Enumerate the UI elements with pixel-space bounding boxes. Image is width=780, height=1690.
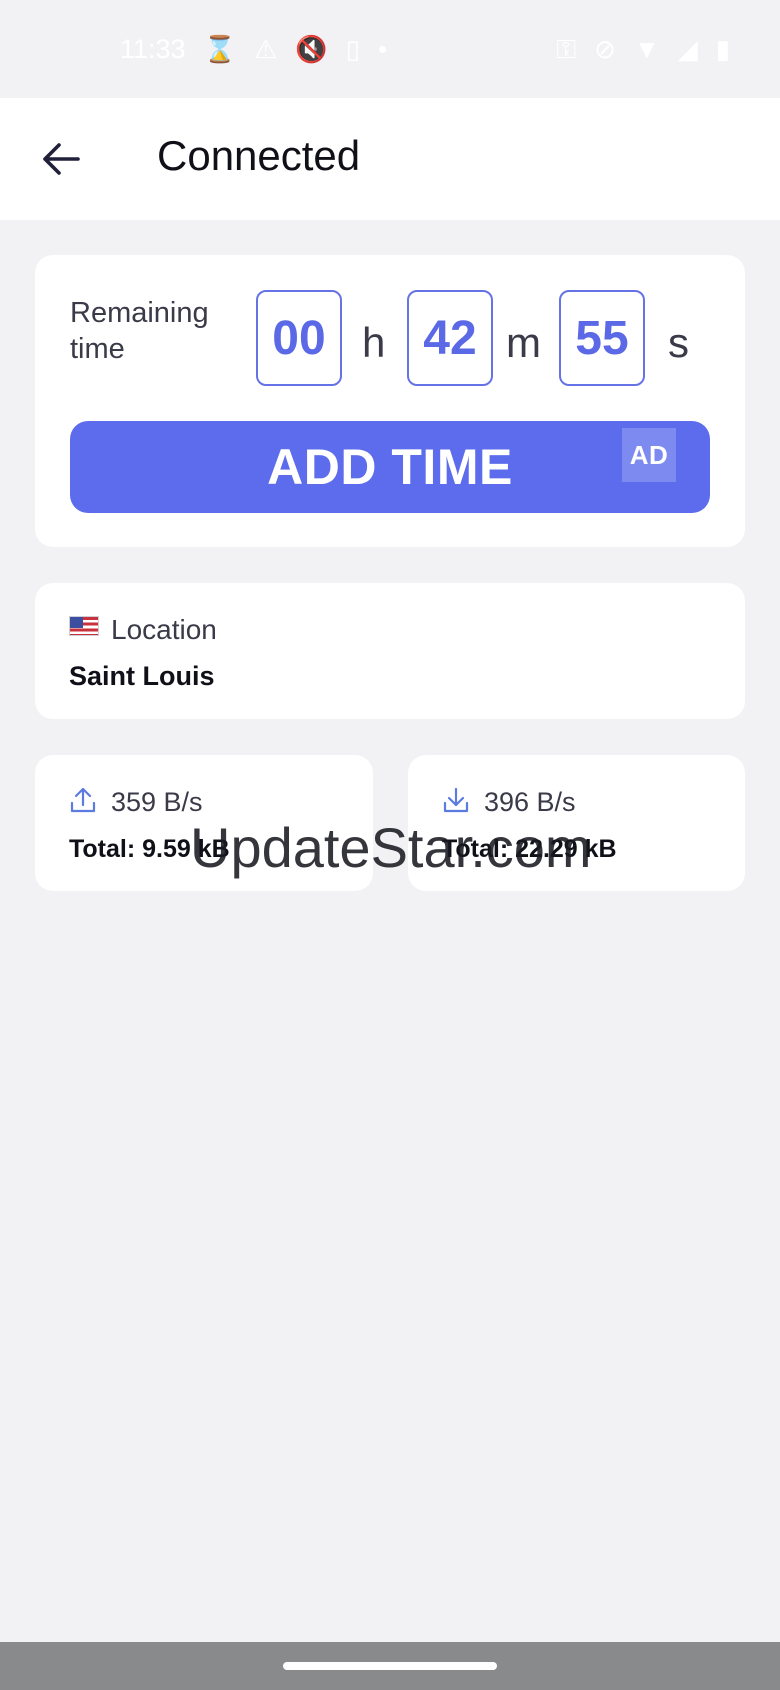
app-bar: Connected <box>0 98 780 220</box>
home-gesture-handle[interactable] <box>283 1662 497 1670</box>
add-time-button[interactable]: ADD TIME AD <box>70 421 710 513</box>
vibrate-off-icon: ⊘ <box>594 34 616 64</box>
ad-badge: AD <box>622 428 676 482</box>
navigation-bar <box>0 1642 780 1690</box>
minutes-box: 42 <box>407 290 493 386</box>
hours-box: 00 <box>256 290 342 386</box>
watermark: UpdateStar.com <box>190 816 592 879</box>
us-flag-icon <box>69 616 99 636</box>
flag-canton <box>70 617 83 628</box>
remaining-time-label: Remaining time <box>70 297 209 365</box>
location-value: Saint Louis <box>69 661 215 691</box>
hourglass-icon: ⌛ <box>203 34 236 64</box>
vpn-key-icon: ⚿ <box>556 34 577 64</box>
location-card: Location Saint Louis <box>35 583 745 719</box>
seconds-box: 55 <box>559 290 645 386</box>
wifi-icon: ▼ <box>633 34 660 64</box>
download-icon <box>443 787 469 813</box>
status-time: 11:33 <box>120 33 186 64</box>
status-bar: 11:33 ⌛ ⚠ 🔇 ▯ • ⚿ ⊘ ▼ ◢ ▮ <box>0 0 780 98</box>
warning-icon: ⚠ <box>253 34 278 64</box>
hours-unit: h <box>362 319 386 366</box>
page-title: Connected <box>157 132 361 179</box>
battery-icon: ▮ <box>715 34 730 64</box>
download-speed: 396 B/s <box>484 787 576 817</box>
arrow-left-icon <box>43 143 80 175</box>
status-bar-right: ⚿ ⊘ ▼ ◢ ▮ <box>556 36 730 62</box>
upload-icon <box>70 787 96 813</box>
phone-icon: ▯ <box>345 34 360 64</box>
status-bar-left: 11:33 ⌛ ⚠ 🔇 ▯ • <box>120 34 387 65</box>
signal-icon: ◢ <box>677 34 698 64</box>
add-time-label: ADD TIME <box>267 439 513 495</box>
back-button[interactable] <box>36 134 86 184</box>
upload-speed: 359 B/s <box>111 787 203 817</box>
minutes-unit: m <box>506 319 541 366</box>
location-label: Location <box>111 614 217 645</box>
seconds-unit: s <box>668 319 689 366</box>
dot-icon: • <box>377 34 388 64</box>
remaining-time-card: Remaining time 00 h 42 m 55 s ADD TIME A… <box>35 255 745 547</box>
muted-icon: 🔇 <box>295 34 328 64</box>
